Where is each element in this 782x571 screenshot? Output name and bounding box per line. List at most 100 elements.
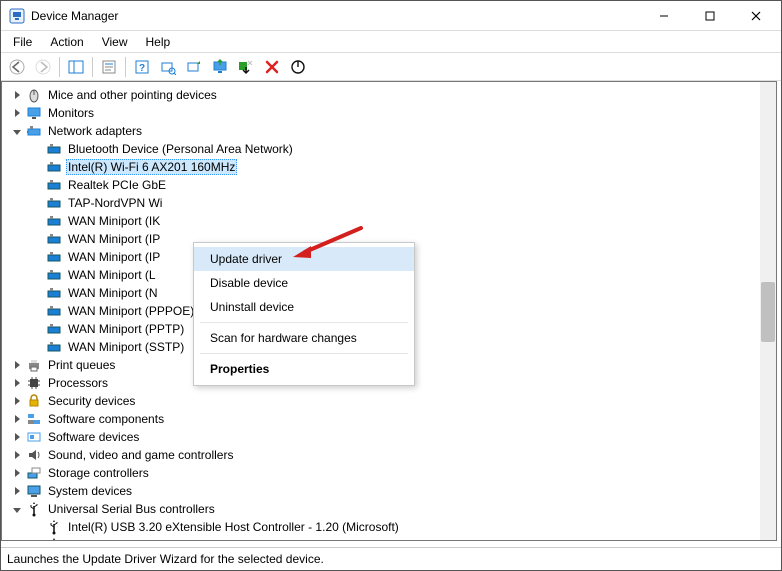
- tree-item-realtek[interactable]: Realtek PCIe GbE: [4, 176, 760, 194]
- chevron-right-icon[interactable]: [10, 106, 24, 120]
- uninstall-toolbar-button[interactable]: [260, 55, 284, 79]
- scan-hardware-toolbar-button[interactable]: [156, 55, 180, 79]
- pane-icon: [68, 59, 84, 75]
- scrollbar[interactable]: [760, 82, 776, 540]
- tree-label: WAN Miniport (IP: [66, 232, 162, 246]
- usb-icon: [46, 537, 62, 540]
- tree-category-security[interactable]: Security devices: [4, 392, 760, 410]
- chevron-right-icon[interactable]: [10, 88, 24, 102]
- menu-action[interactable]: Action: [42, 33, 91, 51]
- forward-button[interactable]: [31, 55, 55, 79]
- chevron-right-icon[interactable]: [10, 448, 24, 462]
- tree-category-software-components[interactable]: Software components: [4, 410, 760, 428]
- back-button[interactable]: [5, 55, 29, 79]
- network-adapter-icon: [46, 195, 62, 211]
- context-disable-device[interactable]: Disable device: [194, 271, 414, 295]
- tree-label: Software components: [46, 412, 166, 426]
- tree-category-system[interactable]: System devices: [4, 482, 760, 500]
- tree-category-software-devices[interactable]: Software devices: [4, 428, 760, 446]
- tree-category-network[interactable]: Network adapters: [4, 122, 760, 140]
- network-adapter-icon: [46, 231, 62, 247]
- tree-category-sound[interactable]: Sound, video and game controllers: [4, 446, 760, 464]
- menu-file[interactable]: File: [5, 33, 40, 51]
- tree-label: WAN Miniport (N: [66, 286, 160, 300]
- chevron-down-icon[interactable]: [10, 502, 24, 516]
- context-menu: Update driver Disable device Uninstall d…: [193, 242, 415, 386]
- tree-item-intel-wifi[interactable]: Intel(R) Wi-Fi 6 AX201 160MHz: [4, 158, 760, 176]
- back-icon: [9, 59, 25, 75]
- help-toolbar-button[interactable]: ?: [130, 55, 154, 79]
- update-driver-icon: [186, 59, 202, 75]
- context-uninstall-device[interactable]: Uninstall device: [194, 295, 414, 319]
- network-adapter-icon: [46, 303, 62, 319]
- menu-help[interactable]: Help: [138, 33, 179, 51]
- software-device-icon: [26, 429, 42, 445]
- tree-label: WAN Miniport (IK: [66, 214, 162, 228]
- scrollbar-thumb[interactable]: [761, 282, 775, 342]
- context-separator: [200, 353, 408, 354]
- usb-icon: [26, 501, 42, 517]
- tree-item-wan-miniport[interactable]: WAN Miniport (IK: [4, 212, 760, 230]
- tree-label: TAP-NordVPN Wi: [66, 196, 164, 210]
- tree-label: WAN Miniport (L: [66, 268, 158, 282]
- tree-label: Bluetooth Device (Personal Area Network): [66, 142, 295, 156]
- chevron-right-icon[interactable]: [10, 466, 24, 480]
- tree-label: Storage controllers: [46, 466, 151, 480]
- tree-item-usb-xhci[interactable]: Intel(R) USB 3.20 eXtensible Host Contro…: [4, 518, 760, 536]
- storage-icon: [26, 465, 42, 481]
- properties-toolbar-button[interactable]: [97, 55, 121, 79]
- network-adapter-icon: [46, 249, 62, 265]
- disable-toolbar-button[interactable]: [234, 55, 258, 79]
- mouse-icon: [26, 87, 42, 103]
- minimize-button[interactable]: [641, 1, 687, 31]
- monitor-up-icon: [212, 59, 228, 75]
- tree-label: Print queues: [46, 358, 117, 372]
- tree-item-tap-nordvpn[interactable]: TAP-NordVPN Wi: [4, 194, 760, 212]
- enable-toolbar-button[interactable]: [286, 55, 310, 79]
- tree-category-monitors[interactable]: Monitors: [4, 104, 760, 122]
- chevron-right-icon[interactable]: [10, 484, 24, 498]
- network-adapter-icon: [46, 267, 62, 283]
- tree-category-mice[interactable]: Mice and other pointing devices: [4, 86, 760, 104]
- chevron-right-icon[interactable]: [10, 430, 24, 444]
- cpu-icon: [26, 375, 42, 391]
- forward-icon: [35, 59, 51, 75]
- show-hide-tree-button[interactable]: [64, 55, 88, 79]
- usb-icon: [46, 519, 62, 535]
- tree-label: USB Composite Device: [66, 538, 195, 540]
- tree-label: Network adapters: [46, 124, 144, 138]
- chevron-right-icon[interactable]: [10, 394, 24, 408]
- network-adapter-icon: [46, 213, 62, 229]
- tree-category-storage[interactable]: Storage controllers: [4, 464, 760, 482]
- menu-view[interactable]: View: [94, 33, 136, 51]
- chevron-down-icon[interactable]: [10, 124, 24, 138]
- tree-category-usb[interactable]: Universal Serial Bus controllers: [4, 500, 760, 518]
- toolbar-separator: [92, 57, 93, 77]
- toolbar: ?: [1, 53, 781, 81]
- close-button[interactable]: [733, 1, 779, 31]
- context-update-driver[interactable]: Update driver: [194, 247, 414, 271]
- statusbar-text: Launches the Update Driver Wizard for th…: [7, 552, 324, 566]
- tree-label: Intel(R) USB 3.20 eXtensible Host Contro…: [66, 520, 401, 534]
- update-toolbar-button[interactable]: [208, 55, 232, 79]
- context-properties[interactable]: Properties: [194, 357, 414, 381]
- chevron-right-icon[interactable]: [10, 412, 24, 426]
- tree-item-bluetooth-pan[interactable]: Bluetooth Device (Personal Area Network): [4, 140, 760, 158]
- maximize-button[interactable]: [687, 1, 733, 31]
- device-manager-window: Device Manager File Action View Help ?: [0, 0, 782, 571]
- network-adapter-icon: [46, 285, 62, 301]
- network-adapter-icon: [46, 321, 62, 337]
- security-icon: [26, 393, 42, 409]
- tree-item-usb-composite[interactable]: USB Composite Device: [4, 536, 760, 540]
- context-scan-hardware[interactable]: Scan for hardware changes: [194, 326, 414, 350]
- window-title: Device Manager: [31, 9, 118, 23]
- tree-label: Mice and other pointing devices: [46, 88, 219, 102]
- network-adapter-icon: [46, 141, 62, 157]
- tree-label: WAN Miniport (SSTP): [66, 340, 186, 354]
- context-separator: [200, 322, 408, 323]
- chevron-right-icon[interactable]: [10, 376, 24, 390]
- tree-label: WAN Miniport (PPTP): [66, 322, 186, 336]
- update-driver-toolbar-button[interactable]: [182, 55, 206, 79]
- chevron-right-icon[interactable]: [10, 358, 24, 372]
- tree-label: Universal Serial Bus controllers: [46, 502, 217, 516]
